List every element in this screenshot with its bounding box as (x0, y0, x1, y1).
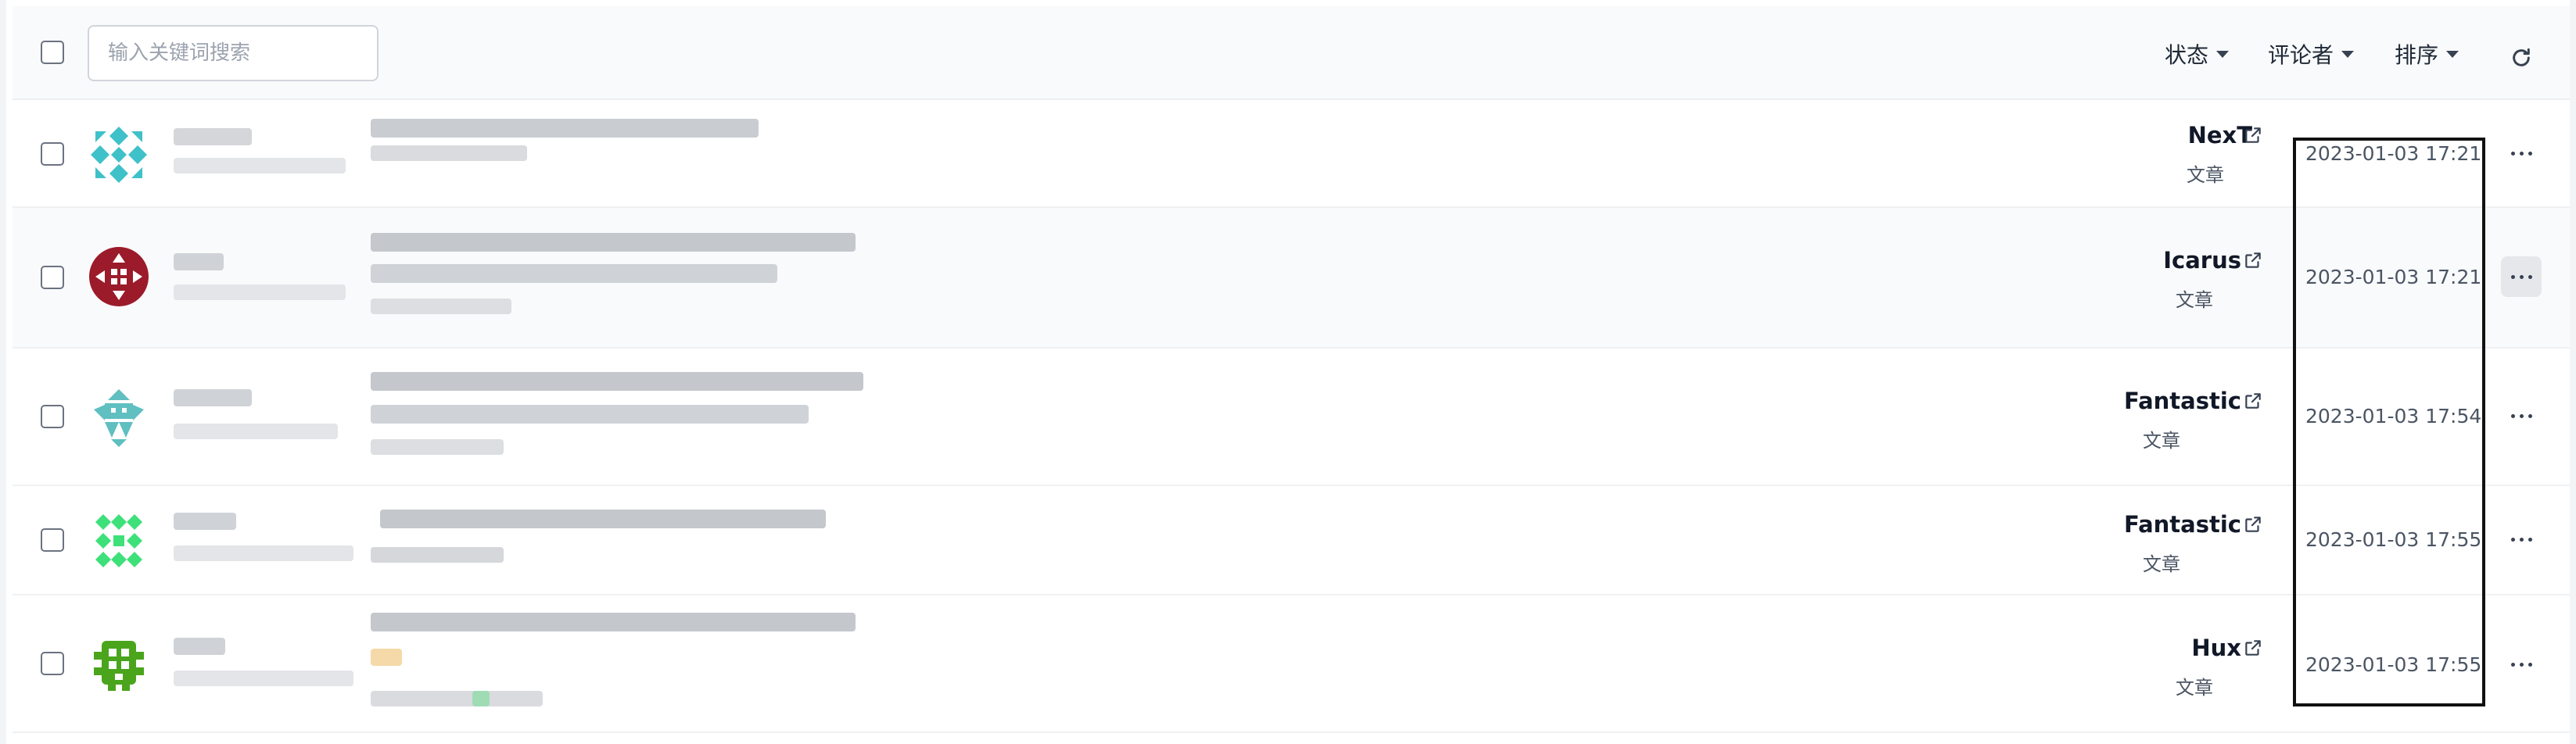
status-filter-dropdown[interactable]: 状态 (2165, 41, 2230, 68)
row-checkbox[interactable] (41, 142, 64, 166)
time-column-highlight (2293, 138, 2485, 706)
subject-title[interactable]: Fantastic (2124, 388, 2241, 414)
subject-type: 文章 (2143, 553, 2180, 575)
external-link-icon[interactable] (2243, 250, 2263, 270)
comment-list-panel: 输入关键词搜索 状态 评论者 排序 NexT 文章 2023-01-03 17:… (0, 0, 2576, 744)
subject-title[interactable]: Hux (2191, 635, 2241, 661)
comment-row[interactable]: NexT 文章 2023-01-03 17:21 (13, 102, 2570, 208)
chevron-down-icon (2216, 50, 2230, 58)
more-actions-button[interactable] (2501, 133, 2542, 173)
avatar (94, 389, 144, 447)
chevron-down-icon (2446, 50, 2459, 58)
comment-row[interactable]: Hux 文章 2023-01-03 17:55 (13, 596, 2570, 733)
comment-row[interactable]: Fantastic 文章 2023-01-03 17:55 (13, 486, 2570, 596)
commenter-name (174, 389, 252, 406)
external-link-icon[interactable] (2243, 391, 2263, 411)
row-checkbox[interactable] (41, 652, 64, 675)
commenter-email (174, 158, 346, 173)
comment-content (371, 691, 543, 706)
commenter-name (174, 253, 224, 270)
refresh-icon[interactable] (2509, 45, 2534, 70)
sort-label: 排序 (2395, 42, 2439, 68)
external-link-icon[interactable] (2243, 125, 2263, 145)
external-link-icon[interactable] (2243, 638, 2263, 658)
commenter-filter-dropdown[interactable]: 评论者 (2268, 41, 2355, 68)
comment-emoji (371, 649, 402, 666)
commenter-email (174, 671, 353, 686)
status-filter-label: 状态 (2165, 42, 2209, 68)
commenter-name (174, 638, 225, 655)
avatar (89, 247, 149, 306)
more-actions-button[interactable] (2501, 519, 2542, 560)
commenter-email (174, 284, 346, 300)
chevron-down-icon (2341, 50, 2355, 58)
subject-title[interactable]: Fantastic (2124, 511, 2241, 538)
subject-title[interactable]: Icarus (2163, 247, 2241, 274)
external-link-icon[interactable] (2243, 514, 2263, 535)
more-actions-button[interactable] (2501, 644, 2542, 685)
toolbar: 输入关键词搜索 状态 评论者 排序 (13, 6, 2570, 100)
comment-content (371, 439, 504, 455)
avatar (95, 514, 142, 567)
commenter-email (174, 424, 338, 439)
search-input[interactable]: 输入关键词搜索 (88, 25, 379, 81)
comment-emoji (472, 691, 490, 706)
row-checkbox[interactable] (41, 266, 64, 289)
commenter-email (174, 545, 353, 561)
row-checkbox[interactable] (41, 528, 64, 552)
avatar (91, 127, 147, 183)
comment-content (371, 613, 856, 631)
subject-type: 文章 (2176, 677, 2213, 699)
comment-row[interactable]: Fantastic 文章 2023-01-03 17:54 (13, 349, 2570, 486)
subject-type: 文章 (2143, 430, 2180, 452)
commenter-filter-label: 评论者 (2268, 42, 2334, 68)
comment-content (380, 510, 826, 528)
row-checkbox[interactable] (41, 405, 64, 428)
comment-content (371, 372, 863, 391)
comment-content (371, 145, 527, 161)
commenter-name (174, 513, 236, 530)
avatar (94, 641, 144, 691)
comment-content (371, 547, 504, 563)
sort-dropdown[interactable]: 排序 (2395, 41, 2459, 68)
comment-content (371, 233, 856, 252)
comment-content (371, 264, 777, 283)
commenter-name (174, 128, 252, 145)
more-actions-button[interactable] (2501, 256, 2542, 297)
comment-content (371, 119, 759, 138)
comment-content (371, 405, 809, 424)
select-all-checkbox[interactable] (41, 41, 64, 64)
comment-content (371, 299, 511, 314)
comment-row[interactable]: Icarus 文章 2023-01-03 17:21 (13, 208, 2570, 349)
subject-type: 文章 (2187, 164, 2224, 186)
more-actions-button[interactable] (2501, 395, 2542, 436)
subject-type: 文章 (2176, 289, 2213, 311)
